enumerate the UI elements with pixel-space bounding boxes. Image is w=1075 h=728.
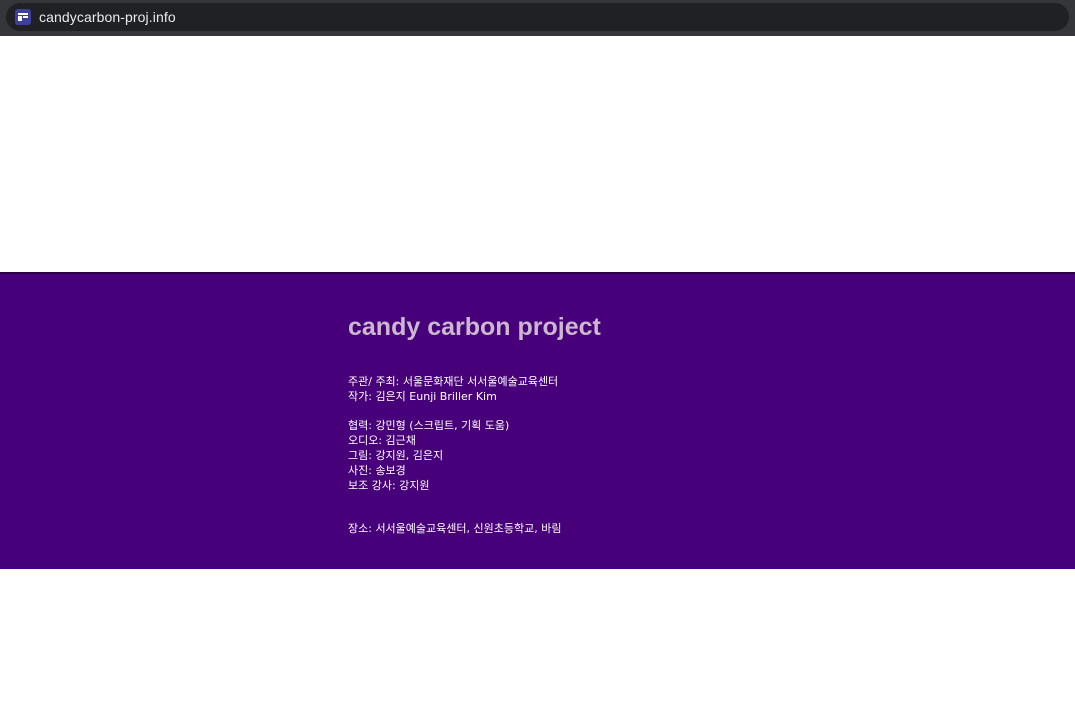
collaborator-credits: 협력: 강민형 (스크립트, 기획 도움) 오디오: 김근채 그림: 강지원, …	[348, 418, 948, 493]
photo-line: 사진: 송보경	[348, 464, 406, 477]
site-layout-icon	[15, 9, 31, 25]
url-text: candycarbon-proj.info	[39, 9, 176, 25]
venue-info: 장소: 서서울예술교육센터, 신원초등학교, 바림	[348, 521, 948, 536]
project-info-band: candy carbon project 주관/ 주최: 서울문화재단 서서울예…	[0, 272, 1075, 569]
illustration-line: 그림: 강지원, 김은지	[348, 449, 444, 462]
audio-line: 오디오: 김근채	[348, 434, 416, 447]
project-info-content: candy carbon project 주관/ 주최: 서울문화재단 서서울예…	[348, 312, 948, 536]
browser-toolbar: candycarbon-proj.info	[0, 0, 1075, 36]
artist-line: 작가: 김은지 Eunji Briller Kim	[348, 390, 497, 403]
project-title: candy carbon project	[348, 313, 601, 341]
venue-line: 장소: 서서울예술교육센터, 신원초등학교, 바림	[348, 522, 562, 535]
bottom-blank-area	[0, 569, 1075, 728]
address-bar[interactable]: candycarbon-proj.info	[6, 3, 1069, 31]
organizer-credits: 주관/ 주최: 서울문화재단 서서울예술교육센터 작가: 김은지 Eunji B…	[348, 374, 948, 404]
collaboration-line: 협력: 강민형 (스크립트, 기획 도움)	[348, 419, 510, 432]
assistant-line: 보조 강사: 강지원	[348, 479, 430, 492]
top-blank-area	[0, 36, 1075, 272]
organizer-line: 주관/ 주최: 서울문화재단 서서울예술교육센터	[348, 375, 559, 388]
